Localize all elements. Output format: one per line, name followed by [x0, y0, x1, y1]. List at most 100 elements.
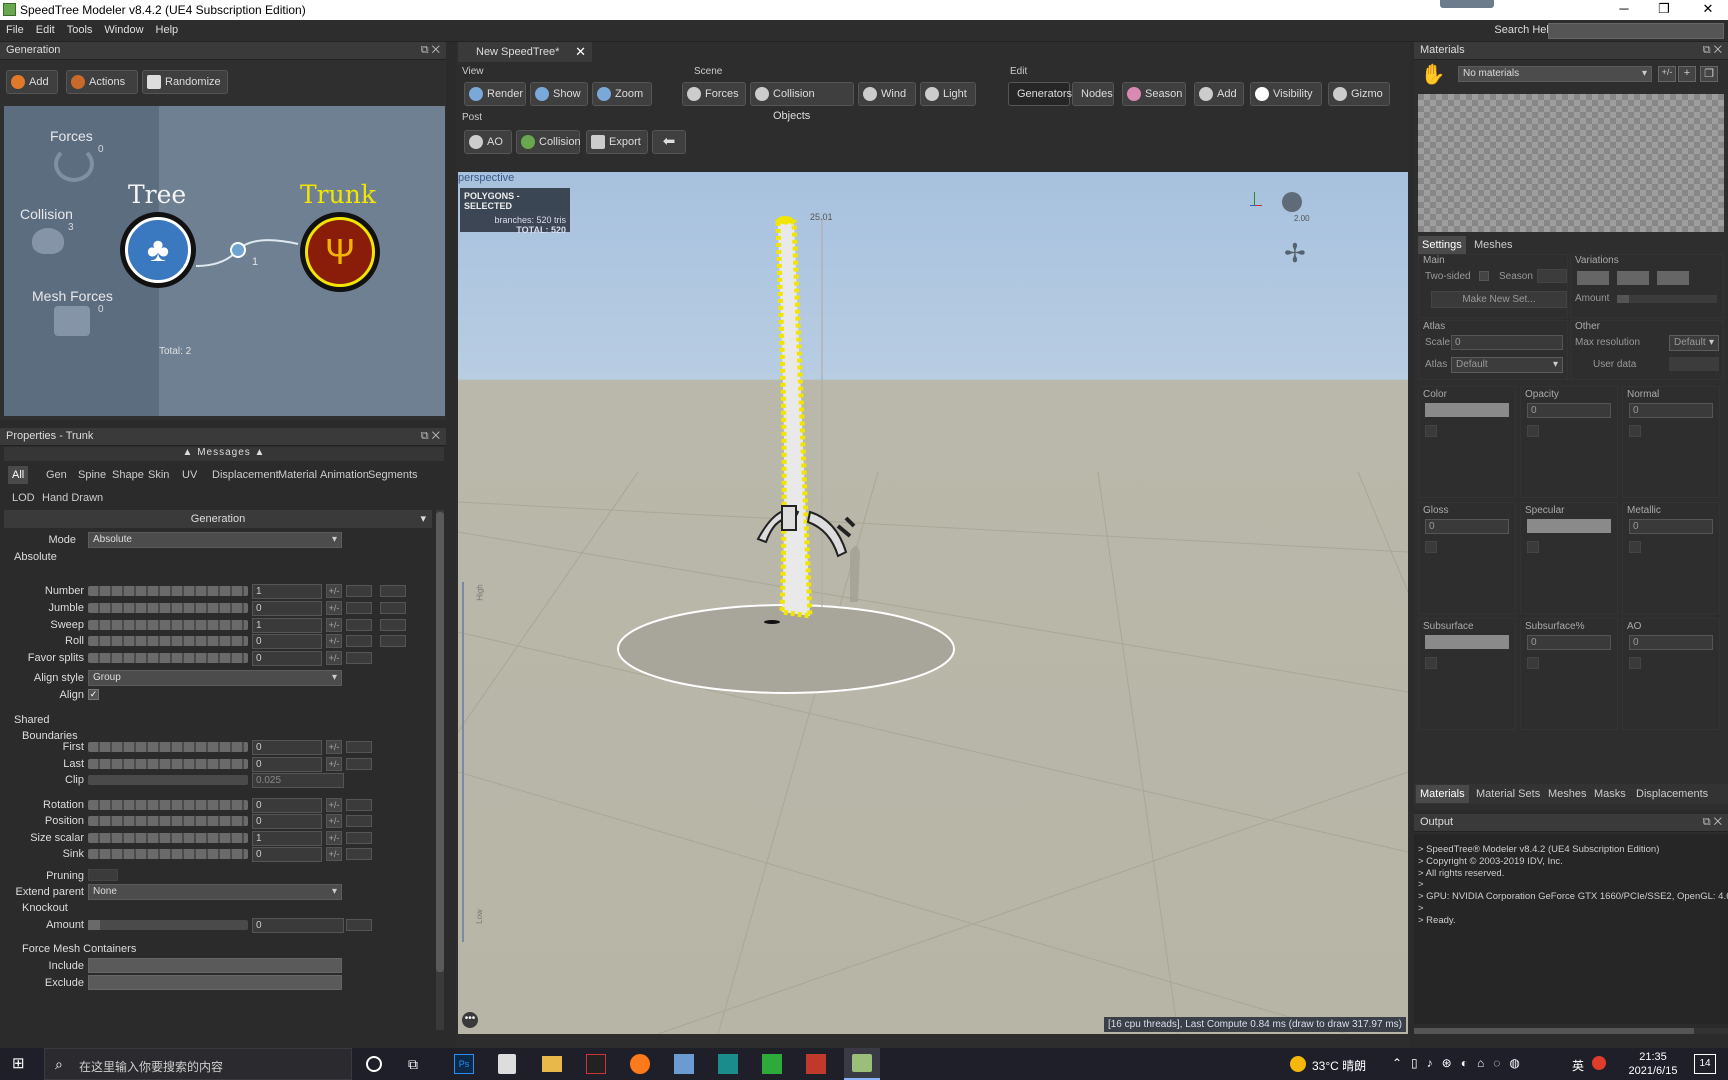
generation-section-header[interactable]: Generation ▾ — [4, 510, 432, 528]
channel-texture-slot[interactable] — [1527, 657, 1539, 669]
property-value-field[interactable]: 0 — [252, 601, 322, 616]
3d-viewport[interactable]: perspective POLYGONS - SELECTED branches… — [458, 172, 1408, 1034]
property-value-field[interactable]: 0 — [252, 798, 322, 813]
collision-icon[interactable] — [32, 228, 64, 254]
taskbar-search[interactable]: ⌕ 在这里输入你要搜索的内容 — [44, 1048, 352, 1080]
close-button[interactable]: ✕ — [1688, 0, 1728, 20]
close-tab-icon[interactable]: ✕ — [575, 44, 586, 60]
property-value-field[interactable]: 0 — [252, 847, 322, 862]
channel-texture-slot[interactable] — [1629, 657, 1641, 669]
toolbar-tab-handle[interactable] — [1440, 0, 1494, 8]
channel-texture-slot[interactable] — [1425, 657, 1437, 669]
tab-spine[interactable]: Spine — [74, 466, 110, 484]
curve-swatch-2[interactable] — [380, 635, 406, 647]
photoshop-icon[interactable]: Ps — [454, 1054, 474, 1074]
tab-shape[interactable]: Shape — [108, 466, 148, 484]
tab-skin[interactable]: Skin — [144, 466, 173, 484]
more-options-icon[interactable]: ••• — [462, 1012, 478, 1028]
plus-minus-button[interactable]: +/- — [326, 634, 342, 648]
tab-gen[interactable]: Gen — [42, 466, 71, 484]
mode-select[interactable]: Absolute — [88, 532, 342, 548]
user-data-field[interactable] — [1669, 357, 1719, 371]
curve-swatch[interactable] — [346, 585, 372, 597]
export-button[interactable]: Export — [586, 130, 648, 154]
plus-minus-button[interactable]: +/- — [326, 814, 342, 828]
property-value-field[interactable]: 0 — [252, 757, 322, 772]
tab-material[interactable]: Material — [274, 466, 321, 484]
show-button[interactable]: Show — [530, 82, 588, 106]
channel-value-field[interactable]: 0 — [1527, 403, 1611, 418]
trunk-node[interactable]: Ψ — [300, 212, 380, 292]
property-value-field[interactable]: 1 — [252, 831, 322, 846]
property-value-field[interactable]: 0 — [252, 740, 322, 755]
axis-gizmo[interactable] — [1250, 192, 1264, 212]
tab-materials[interactable]: Materials — [1416, 785, 1469, 803]
menu-window[interactable]: Window — [98, 20, 149, 40]
variation-swatch-1[interactable] — [1577, 271, 1609, 285]
speedtree-taskbar-button[interactable] — [844, 1048, 880, 1080]
channel-texture-slot[interactable] — [1527, 425, 1539, 437]
curve-swatch[interactable] — [346, 848, 372, 860]
plus-minus-button[interactable]: +/- — [326, 601, 342, 615]
curve-swatch[interactable] — [346, 758, 372, 770]
curve-swatch[interactable] — [346, 741, 372, 753]
property-slider[interactable] — [88, 586, 248, 596]
panel-float-close-icons[interactable]: ⧉ ✕ — [1703, 816, 1722, 829]
windows-start-icon[interactable]: ⊞ — [12, 1056, 28, 1072]
photos-icon[interactable] — [674, 1054, 694, 1074]
make-new-set-button[interactable]: Make New Set... — [1431, 291, 1567, 308]
edit-add-button[interactable]: Add — [1194, 82, 1244, 106]
curve-swatch[interactable] — [346, 652, 372, 664]
property-value-field[interactable]: 0.025 — [252, 773, 344, 788]
pruning-swatch[interactable] — [88, 869, 118, 881]
visibility-button[interactable]: Visibility — [1250, 82, 1322, 106]
copy-material-button[interactable]: ❐ — [1700, 66, 1718, 82]
plus-minus-button[interactable]: +/- — [326, 618, 342, 632]
plus-minus-button[interactable]: +/- — [326, 740, 342, 754]
plus-minus-button[interactable]: +/- — [326, 831, 342, 845]
channel-value-field[interactable]: 0 — [1425, 519, 1509, 534]
panel-float-close-icons[interactable]: ⧉ ✕ — [421, 430, 440, 443]
plus-minus-button[interactable]: +/- — [326, 847, 342, 861]
tab-masks[interactable]: Masks — [1590, 785, 1630, 803]
plus-minus-button[interactable]: +/- — [326, 584, 342, 598]
search-help-input[interactable] — [1548, 23, 1724, 39]
property-slider[interactable] — [88, 759, 248, 769]
lod-slider[interactable] — [462, 582, 474, 942]
menu-tools[interactable]: Tools — [61, 20, 99, 40]
variation-swatch-2[interactable] — [1617, 271, 1649, 285]
app-icon-red[interactable] — [586, 1054, 606, 1074]
ao-button[interactable]: AO — [464, 130, 512, 154]
app-icon-3[interactable] — [718, 1054, 738, 1074]
curve-swatch-2[interactable] — [380, 602, 406, 614]
app-icon-recorder[interactable] — [806, 1054, 826, 1074]
hand-icon[interactable]: ✋ — [1420, 62, 1446, 88]
menu-file[interactable]: File — [0, 20, 30, 40]
tab-lod[interactable]: LOD — [8, 489, 39, 507]
output-scrollbar-thumb[interactable] — [1414, 1028, 1694, 1034]
tray-icons[interactable]: ⌃▯♪⊛◐⌂◌◍ — [1392, 1056, 1529, 1070]
panel-float-close-icons[interactable]: ⧉ ✕ — [1703, 44, 1722, 57]
variation-swatch-3[interactable] — [1657, 271, 1689, 285]
tab-all[interactable]: All — [8, 466, 29, 484]
material-selector[interactable]: No materials — [1458, 66, 1652, 82]
magnet-icon[interactable] — [54, 146, 94, 182]
property-slider[interactable] — [88, 800, 248, 810]
property-value-field[interactable]: 0 — [252, 634, 322, 649]
property-slider[interactable] — [88, 653, 248, 663]
ime-indicator[interactable]: 英 — [1572, 1057, 1584, 1074]
add-button[interactable]: Add — [6, 70, 58, 94]
two-sided-checkbox[interactable] — [1479, 271, 1489, 281]
property-value-field[interactable]: 1 — [252, 618, 322, 633]
post-collision-button[interactable]: Collision — [516, 130, 581, 154]
tab-settings[interactable]: Settings — [1418, 236, 1466, 254]
property-slider[interactable] — [88, 636, 248, 646]
channel-color-swatch[interactable] — [1425, 635, 1509, 649]
include-field[interactable] — [88, 958, 342, 973]
wind-fan-icon[interactable]: ✢ — [1284, 238, 1306, 269]
channel-value-field[interactable]: 0 — [1527, 635, 1611, 650]
weather-text[interactable]: 33°C 晴朗 — [1312, 1057, 1366, 1074]
curve-swatch[interactable] — [346, 635, 372, 647]
channel-texture-slot[interactable] — [1425, 425, 1437, 437]
curve-swatch[interactable] — [346, 799, 372, 811]
